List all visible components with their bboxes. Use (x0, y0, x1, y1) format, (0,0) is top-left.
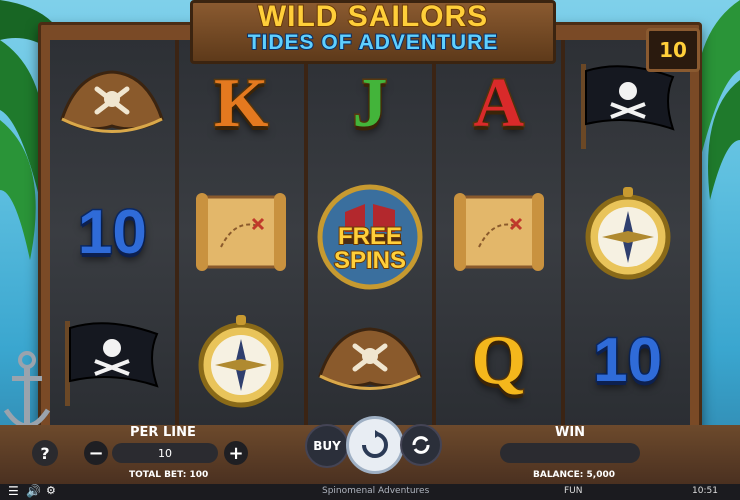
per-line-label: PER LINE (130, 425, 196, 440)
per-line-value: 10 (112, 443, 218, 463)
reels-area: 10 K J FREE SPINS A Q 10 (50, 40, 690, 425)
a-text: A (472, 64, 526, 144)
reel-4: A Q (436, 40, 562, 425)
q-symbol: Q (444, 311, 554, 411)
menu-icon[interactable]: ☰ (8, 484, 19, 498)
treasure-map-symbol (444, 182, 554, 282)
spin-button[interactable] (346, 416, 404, 474)
total-bet-text: TOTAL BET: 100 (129, 470, 209, 480)
provider-brand: Spinomenal Adventures (322, 486, 430, 496)
sound-icon[interactable]: 🔊 (26, 484, 41, 498)
pirate-hat-symbol (57, 54, 167, 154)
balance-text: BALANCE: 5,000 (533, 470, 616, 480)
a-symbol: A (444, 54, 554, 154)
ten-text: 10 (592, 325, 664, 397)
k-symbol: K (186, 54, 296, 154)
ten-text: 10 (76, 196, 148, 268)
compass-icon (585, 186, 671, 280)
treasure-map-icon (453, 193, 544, 272)
pirate-hat-icon (318, 327, 422, 390)
plus-bet-button[interactable]: + (224, 441, 248, 465)
ten-symbol: 10 (573, 311, 683, 411)
clock: 10:51 (692, 486, 718, 496)
compass-symbol (186, 311, 296, 411)
pirate-flag-icon (580, 64, 675, 150)
autoplay-button[interactable] (400, 424, 442, 466)
pirate-hat-icon (60, 70, 165, 134)
compass-symbol (573, 182, 683, 282)
spin-icon (362, 430, 388, 458)
game-title: WILD SAILORS (257, 0, 489, 33)
win-display (500, 443, 640, 463)
game-subtitle: TIDES OF ADVENTURE (247, 31, 499, 55)
lines-count-badge: 10 (646, 28, 700, 72)
ten-symbol: 10 (57, 182, 167, 282)
pirate-flag-symbol (57, 311, 167, 411)
autoplay-icon (412, 436, 430, 454)
j-text: J (351, 64, 389, 144)
help-button[interactable]: ? (32, 440, 58, 466)
q-text: Q (470, 320, 527, 400)
pirate-flag-icon (65, 320, 159, 406)
treasure-map-icon (196, 193, 287, 272)
buy-button[interactable]: BUY (305, 424, 349, 468)
settings-icon[interactable]: ⚙ (46, 484, 56, 497)
game-title-plate: WILD SAILORS TIDES OF ADVENTURE (190, 0, 556, 64)
free-spins-text-spins: SPINS (333, 247, 407, 275)
compass-icon (198, 315, 284, 408)
reel-1: 10 (50, 40, 175, 425)
free-spins-symbol: FREE SPINS (315, 182, 425, 290)
pirate-hat-symbol (315, 311, 425, 411)
win-label: WIN (555, 425, 586, 440)
mode-indicator: FUN (564, 486, 583, 496)
minus-bet-button[interactable]: − (84, 441, 108, 465)
reel-2: K (178, 40, 304, 425)
free-spins-text-free: FREE (337, 223, 403, 251)
k-text: K (212, 64, 269, 144)
reel-3: J FREE SPINS (307, 40, 433, 425)
reel-5: 10 (565, 40, 690, 425)
treasure-map-symbol (186, 182, 296, 282)
j-symbol: J (315, 54, 425, 154)
footer-bar: ☰ 🔊 ⚙ Spinomenal Adventures FUN 10:51 (0, 484, 740, 500)
